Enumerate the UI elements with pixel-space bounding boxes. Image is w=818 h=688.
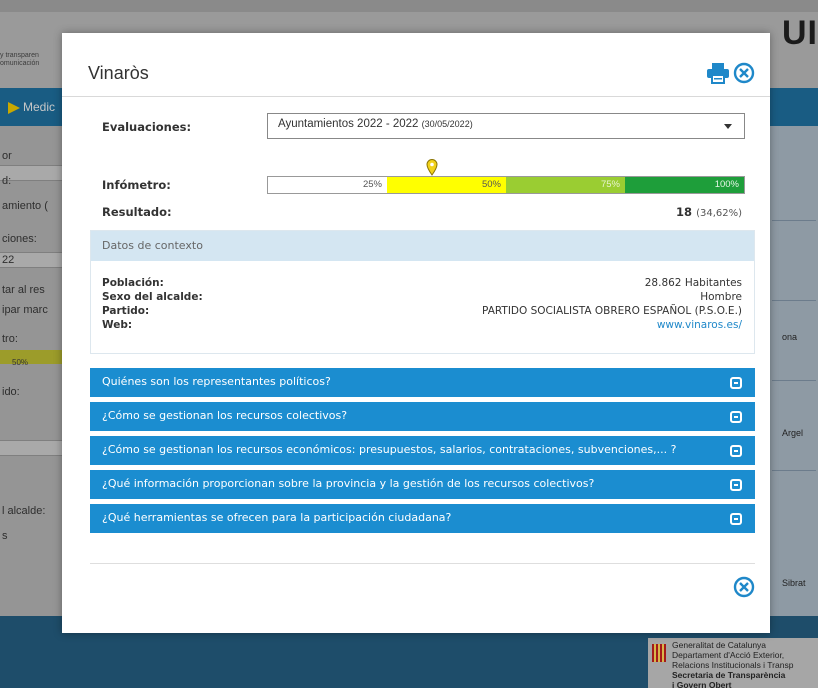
context-panel: Datos de contexto Población: 28.862 Habi… <box>90 230 755 354</box>
bg-brand-text: y transparen omunicación <box>0 52 70 68</box>
bg-generalitat-line: Generalitat de Catalunya <box>672 640 767 650</box>
arrow-icon <box>8 101 20 114</box>
partido-label: Partido: <box>102 305 150 317</box>
evaluaciones-selected: Ayuntamientos 2022 - 2022 <box>278 118 419 130</box>
bg-sidebar-item: amiento ( <box>2 200 48 212</box>
infometro-segment: 25% <box>268 177 387 193</box>
evaluaciones-label: Evaluaciones: <box>102 120 192 134</box>
bg-sidebar-meter-label: 50% <box>12 358 29 367</box>
bg-map-line <box>772 380 816 381</box>
accordion-item-representantes[interactable]: Quiénes son los representantes políticos… <box>90 368 755 397</box>
resultado-percent: (34,62%) <box>696 208 742 219</box>
bg-sidebar-item: l alcalde: <box>2 505 46 517</box>
accordion-label: Quiénes son los representantes políticos… <box>102 375 331 388</box>
bg-map-label: ona <box>782 332 798 342</box>
collapse-icon <box>730 445 742 457</box>
bg-brand-line: y transparen <box>0 52 39 59</box>
accordion-label: ¿Qué información proporcionan sobre la p… <box>102 477 595 490</box>
accordion-item-recursos-colectivos[interactable]: ¿Cómo se gestionan los recursos colectiv… <box>90 402 755 431</box>
bg-generalitat-line: Secretaria de Transparència <box>672 670 786 680</box>
municipality-modal: Vinaròs Evaluaciones: Ayuntamientos 2022… <box>62 33 770 633</box>
chevron-down-icon <box>724 124 732 129</box>
collapse-icon <box>730 513 742 525</box>
bg-sidebar-item: tro: <box>2 333 18 345</box>
resultado-label: Resultado: <box>102 205 172 219</box>
bg-sidebar-field <box>0 440 62 456</box>
context-header: Datos de contexto <box>91 231 754 261</box>
bg-corner-logo: UI <box>782 14 818 52</box>
bg-generalitat-line: Departament d'Acció Exterior, <box>672 650 785 660</box>
poblacion-value: 28.862 Habitantes <box>644 277 742 289</box>
location-pin-icon <box>426 159 438 176</box>
bg-map-line <box>772 470 816 471</box>
bg-brand-line: omunicación <box>0 60 40 67</box>
bg-sidebar-item: s <box>2 530 8 542</box>
bg-sidebar-item: ido: <box>2 386 20 398</box>
bg-generalitat-line: Relacions Institucionals i Transp <box>672 660 794 670</box>
modal-title: Vinaròs <box>88 63 149 83</box>
accordion-label: ¿Cómo se gestionan los recursos económic… <box>102 443 677 456</box>
evaluaciones-selected-date: (30/05/2022) <box>421 119 473 129</box>
accordion-label: ¿Cómo se gestionan los recursos colectiv… <box>102 409 348 422</box>
infometro-segment: 75% <box>506 177 625 193</box>
bg-map <box>768 126 818 616</box>
sexo-label: Sexo del alcalde: <box>102 291 203 303</box>
accordion-item-participacion[interactable]: ¿Qué herramientas se ofrecen para la par… <box>90 504 755 533</box>
bg-generalitat-text: Generalitat de Catalunya Departament d'A… <box>672 640 793 688</box>
bg-map-line <box>772 220 816 221</box>
web-label: Web: <box>102 319 133 331</box>
print-icon[interactable] <box>706 62 730 84</box>
partido-value: PARTIDO SOCIALISTA OBRERO ESPAÑOL (P.S.O… <box>482 305 742 317</box>
bg-map-label: Argel <box>782 428 804 438</box>
infometro-label: Infómetro: <box>102 178 171 192</box>
bg-nav-label: Medic <box>23 100 56 114</box>
accordion-label: ¿Qué herramientas se ofrecen para la par… <box>102 511 452 524</box>
bg-sidebar-item: ciones: <box>2 233 37 245</box>
modal-header: Vinaròs <box>62 33 770 97</box>
sexo-value: Hombre <box>700 291 742 303</box>
bg-sidebar-meter: 50% <box>0 350 62 367</box>
collapse-icon <box>730 411 742 423</box>
close-circle-icon[interactable] <box>733 62 755 84</box>
bg-sidebar-item: or <box>2 150 12 162</box>
close-circle-icon[interactable] <box>733 576 755 598</box>
bg-sidebar-item: d: <box>2 175 12 187</box>
bg-sidebar-item: tar al res <box>2 284 45 296</box>
question-accordion: Quiénes son los representantes políticos… <box>90 368 755 538</box>
infometro-bar: 25% 50% 75% 100% <box>267 176 745 194</box>
collapse-icon <box>730 479 742 491</box>
bg-generalitat-line: i Govern Obert <box>672 680 732 688</box>
bg-nav-item: Medic <box>8 100 55 114</box>
accordion-item-provincia[interactable]: ¿Qué información proporcionan sobre la p… <box>90 470 755 499</box>
collapse-icon <box>730 377 742 389</box>
infometro-segment: 100% <box>625 177 744 193</box>
poblacion-label: Población: <box>102 277 164 289</box>
resultado-score: 18 <box>676 205 693 219</box>
resultado-value: 18 (34,62%) <box>676 205 742 219</box>
evaluaciones-select[interactable]: Ayuntamientos 2022 - 2022 (30/05/2022) <box>267 113 745 139</box>
bg-map-label: Sibrat <box>782 578 806 588</box>
bg-topbar <box>0 0 818 12</box>
accordion-item-recursos-economicos[interactable]: ¿Cómo se gestionan los recursos económic… <box>90 436 755 465</box>
infometro-segment: 50% <box>387 177 506 193</box>
bg-map-line <box>772 300 816 301</box>
bg-sidebar-item: ipar marc <box>2 304 48 316</box>
generalitat-logo-icon <box>652 644 666 662</box>
modal-footer-divider <box>90 563 755 564</box>
web-link[interactable]: www.vinaros.es/ <box>657 319 742 331</box>
bg-sidebar-item: 22 <box>2 254 15 266</box>
